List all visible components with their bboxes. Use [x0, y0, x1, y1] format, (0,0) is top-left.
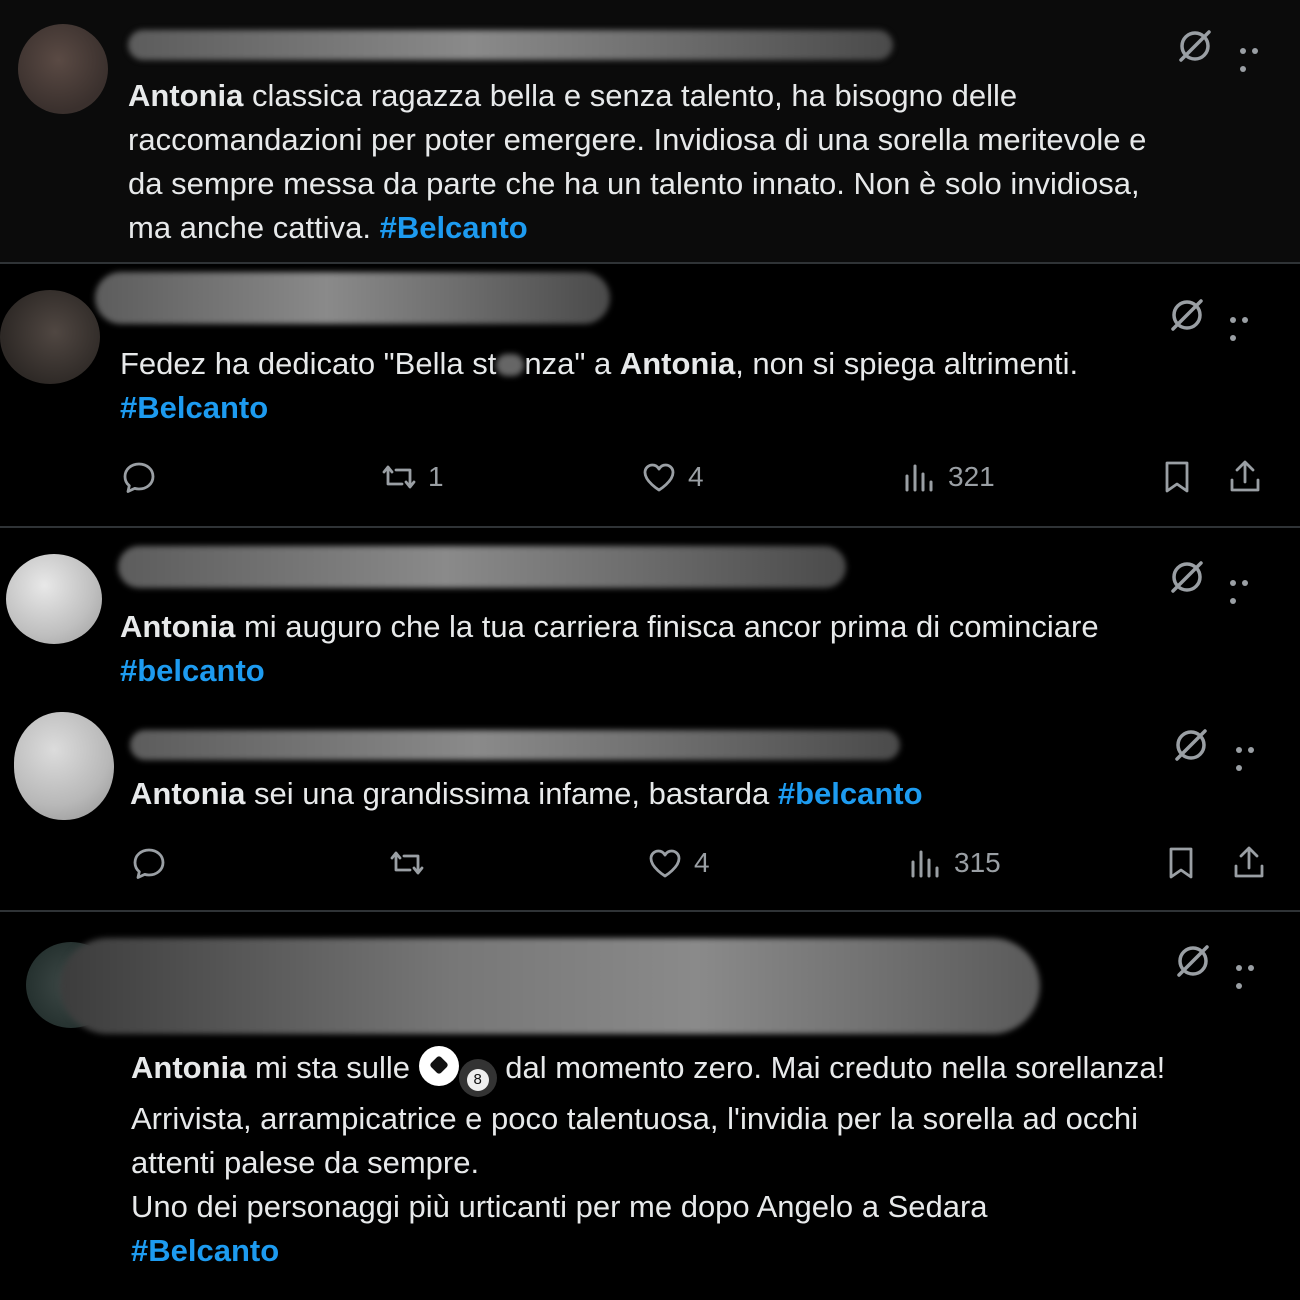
retweet-count: 1: [428, 461, 444, 492]
hashtag-link[interactable]: #Belcanto: [380, 210, 528, 245]
views-button[interactable]: 315: [906, 844, 1001, 882]
author-name-blurred[interactable]: [60, 938, 1040, 1034]
bookmark-button[interactable]: [1162, 844, 1200, 882]
share-icon: [1234, 846, 1264, 878]
avatar[interactable]: [18, 24, 108, 114]
tweet-4[interactable]: Antonia sei una grandissima infame, bast…: [0, 700, 1300, 906]
author-name-blurred[interactable]: [118, 546, 846, 588]
more-icon[interactable]: [1230, 310, 1264, 341]
tweet-1[interactable]: Antonia classica ragazza bella e senza t…: [0, 0, 1300, 262]
hashtag-link[interactable]: #Belcanto: [131, 1233, 279, 1268]
reply-icon: [123, 462, 155, 493]
tweet-body: nza" a: [524, 346, 620, 381]
heart-icon: [649, 849, 681, 878]
mention-antonia: Antonia: [130, 776, 246, 811]
tweet-2[interactable]: Fedez ha dedicato "Bella st nza" a Antoni…: [0, 264, 1300, 526]
eight-ball-label: 8: [466, 1069, 489, 1091]
hashtag-link[interactable]: #belcanto: [120, 653, 265, 688]
tweet-text: Antonia mi sta sulle 8 dal momento zero.…: [131, 1046, 1165, 1273]
more-icon[interactable]: [1230, 573, 1264, 604]
hashtag-link[interactable]: #belcanto: [778, 776, 923, 811]
tweet-body-line: Uno dei personaggi più urticanti per me …: [131, 1189, 988, 1224]
retweet-icon: [382, 465, 416, 489]
hashtag-link[interactable]: #Belcanto: [120, 390, 268, 425]
reply-button[interactable]: [130, 844, 168, 882]
retweet-button[interactable]: 1: [380, 458, 444, 496]
like-button[interactable]: 4: [640, 458, 704, 496]
grok-icon[interactable]: [1176, 27, 1214, 65]
view-count: 321: [948, 461, 995, 492]
mention-antonia: Antonia: [128, 78, 244, 113]
soccer-ball-icon: [418, 1046, 459, 1086]
views-icon: [911, 850, 939, 878]
tweet-body: classica ragazza bella e senza talento, …: [128, 78, 1147, 245]
grok-icon[interactable]: [1174, 942, 1212, 980]
grok-icon[interactable]: [1172, 726, 1210, 764]
author-name-blurred[interactable]: [130, 730, 900, 760]
share-icon: [1230, 460, 1260, 492]
author-name-blurred[interactable]: [95, 272, 610, 324]
tweet-text: Fedez ha dedicato "Bella st nza" a Antoni…: [120, 342, 1078, 430]
bookmark-button[interactable]: [1158, 458, 1196, 496]
tweet-body-line: Arrivista, arrampicatrice e poco talentu…: [131, 1101, 1139, 1136]
views-icon: [905, 464, 933, 492]
tweet-text: Antonia mi auguro che la tua carriera fi…: [120, 605, 1099, 693]
author-name-blurred[interactable]: [128, 30, 893, 60]
reply-icon: [133, 848, 165, 879]
tweet-body: dal momento zero. Mai creduto nella sore…: [496, 1050, 1166, 1085]
tweet-body: sei una grandissima infame, bastarda: [245, 776, 778, 811]
like-count: 4: [694, 847, 710, 878]
mention-antonia: Antonia: [619, 346, 736, 381]
avatar[interactable]: [14, 712, 114, 820]
views-button[interactable]: 321: [900, 458, 995, 496]
retweet-button[interactable]: [388, 844, 426, 882]
more-icon[interactable]: [1236, 958, 1270, 989]
heart-icon: [643, 463, 675, 492]
share-button[interactable]: [1230, 844, 1268, 882]
mention-antonia: Antonia: [131, 1050, 247, 1085]
tweet-3[interactable]: Antonia mi auguro che la tua carriera fi…: [0, 528, 1300, 698]
tweet-text: Antonia sei una grandissima infame, bast…: [130, 772, 923, 816]
more-icon[interactable]: [1240, 41, 1274, 72]
grok-icon[interactable]: [1168, 558, 1206, 596]
share-button[interactable]: [1226, 458, 1264, 496]
redaction-blur: [496, 354, 525, 376]
tweet-body: , non si spiega altrimenti.: [735, 346, 1079, 381]
mention-antonia: Antonia: [120, 609, 236, 644]
eight-ball-icon: 8: [458, 1059, 497, 1097]
bookmark-icon: [1165, 461, 1189, 493]
bookmark-icon: [1169, 847, 1193, 879]
tweet-5[interactable]: Antonia mi sta sulle 8 dal momento zero.…: [0, 912, 1300, 1300]
tweet-body: Fedez ha dedicato "Bella st: [120, 346, 497, 381]
reply-button[interactable]: [120, 458, 158, 496]
tweet-text: Antonia classica ragazza bella e senza t…: [128, 74, 1146, 250]
tweet-body: mi auguro che la tua carriera finisca an…: [235, 609, 1099, 644]
avatar[interactable]: [6, 554, 102, 644]
like-button[interactable]: 4: [646, 844, 710, 882]
grok-icon[interactable]: [1168, 296, 1206, 334]
tweet-body-line: attenti palese da sempre.: [131, 1145, 480, 1180]
view-count: 315: [954, 847, 1001, 878]
avatar[interactable]: [0, 290, 100, 384]
tweet-body: mi sta sulle: [246, 1050, 419, 1085]
more-icon[interactable]: [1236, 740, 1270, 771]
retweet-icon: [390, 851, 424, 875]
like-count: 4: [688, 461, 704, 492]
